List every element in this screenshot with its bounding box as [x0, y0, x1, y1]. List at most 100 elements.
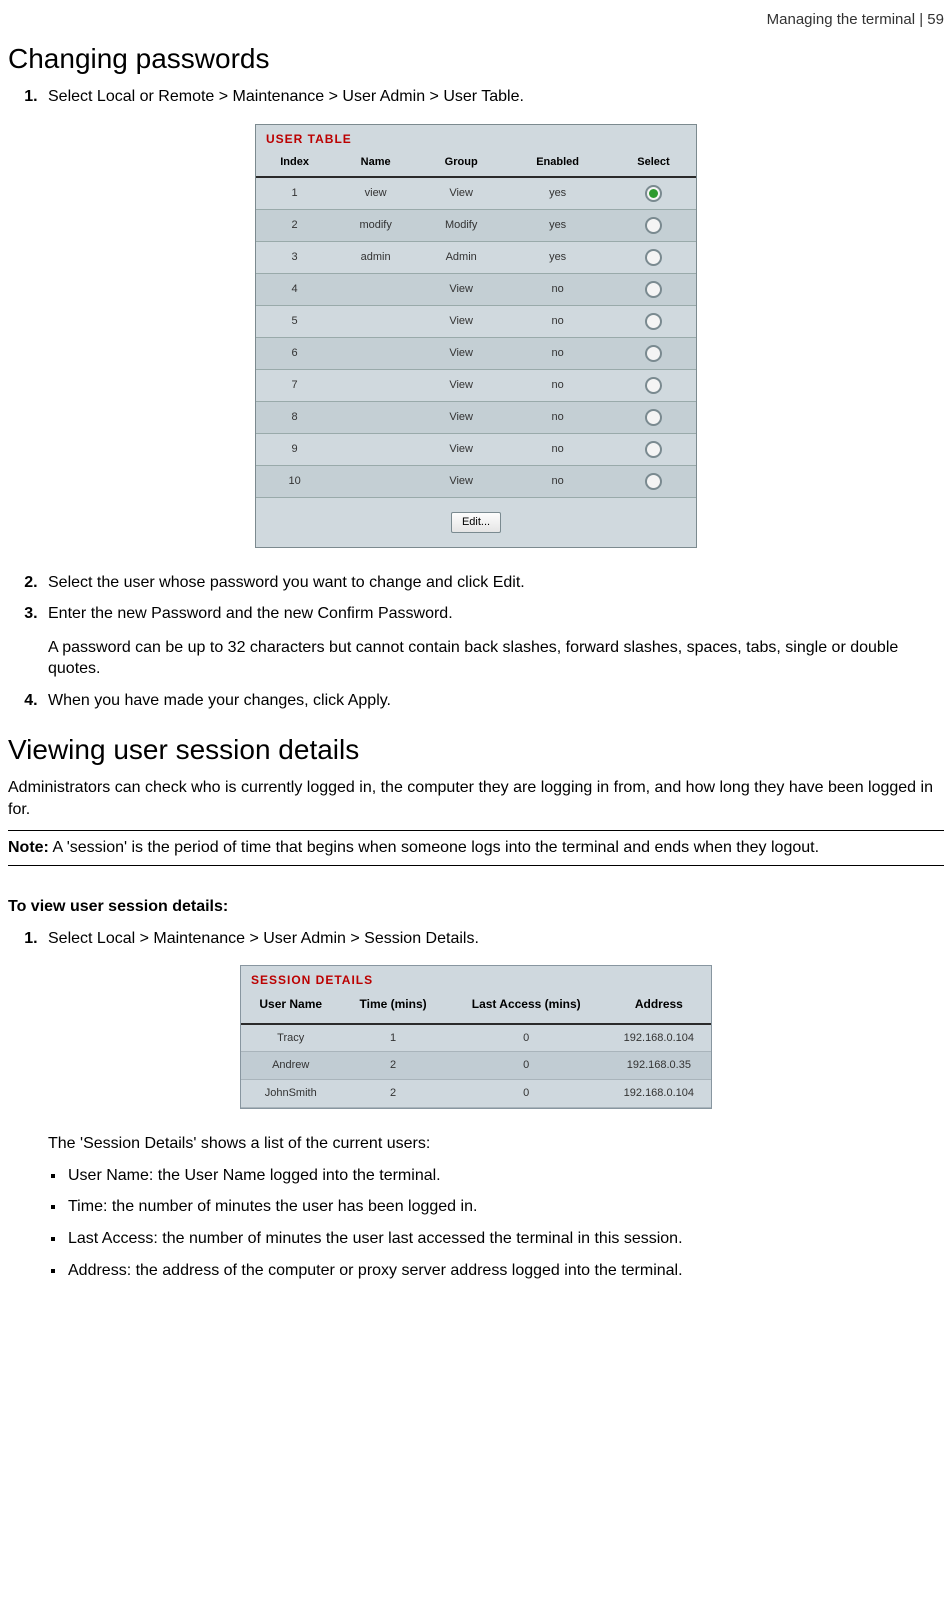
cell-time: 1	[340, 1024, 445, 1052]
step-4: When you have made your changes, click A…	[42, 690, 944, 712]
cell-index: 1	[256, 177, 333, 210]
session-step-1: Select Local > Maintenance > User Admin …	[42, 928, 944, 950]
intro-paragraph: Administrators can check who is currentl…	[8, 777, 944, 820]
cell-enabled: no	[504, 337, 611, 369]
col-name: Name	[333, 149, 418, 177]
col-index: Index	[256, 149, 333, 177]
cell-time: 2	[340, 1052, 445, 1080]
cell-group: View	[418, 465, 504, 497]
cell-index: 10	[256, 465, 333, 497]
table-row: 8Viewno	[256, 401, 696, 433]
col-address: Address	[607, 990, 711, 1023]
cell-select	[611, 273, 696, 305]
table-row: 3adminAdminyes	[256, 241, 696, 273]
cell-select	[611, 401, 696, 433]
list-item: Time: the number of minutes the user has…	[66, 1196, 944, 1218]
cell-name	[333, 401, 418, 433]
cell-name	[333, 465, 418, 497]
cell-user: JohnSmith	[241, 1080, 340, 1108]
col-enabled: Enabled	[504, 149, 611, 177]
session-details-figure: SESSION DETAILS User Name Time (mins) La…	[8, 965, 944, 1109]
col-group: Group	[418, 149, 504, 177]
cell-index: 3	[256, 241, 333, 273]
col-user: User Name	[241, 990, 340, 1023]
subheading-view-session: To view user session details:	[8, 896, 944, 918]
note-block: Note: A 'session' is the period of time …	[8, 830, 944, 866]
note-label: Note:	[8, 839, 49, 856]
table-row: 5Viewno	[256, 305, 696, 337]
user-table: Index Name Group Enabled Select 1view Vie…	[256, 149, 696, 498]
select-radio[interactable]	[645, 473, 662, 490]
step-3: Enter the new Password and the new Confi…	[42, 603, 944, 680]
session-details-panel: SESSION DETAILS User Name Time (mins) La…	[240, 965, 712, 1109]
cell-group: View	[418, 369, 504, 401]
session-table: User Name Time (mins) Last Access (mins)…	[241, 990, 711, 1108]
select-radio[interactable]	[645, 185, 662, 202]
cell-enabled: no	[504, 369, 611, 401]
cell-index: 4	[256, 273, 333, 305]
cell-group: Modify	[418, 209, 504, 241]
step-4-text: When you have made your changes, click A…	[48, 692, 391, 709]
step-2: Select the user whose password you want …	[42, 572, 944, 594]
cell-user: Tracy	[241, 1024, 340, 1052]
cell-select	[611, 337, 696, 369]
list-item: User Name: the User Name logged into the…	[66, 1165, 944, 1187]
cell-select	[611, 369, 696, 401]
cell-address: 192.168.0.104	[607, 1080, 711, 1108]
cell-address: 192.168.0.35	[607, 1052, 711, 1080]
session-step-1-text: Select Local > Maintenance > User Admin …	[48, 930, 479, 947]
cell-last-access: 0	[446, 1052, 607, 1080]
step-3-note: A password can be up to 32 characters bu…	[48, 637, 944, 680]
table-row: Andrew20192.168.0.35	[241, 1052, 711, 1080]
cell-select	[611, 177, 696, 210]
session-description: The 'Session Details' shows a list of th…	[48, 1133, 944, 1155]
cell-group: View	[418, 337, 504, 369]
cell-name	[333, 337, 418, 369]
session-details-title: SESSION DETAILS	[241, 966, 711, 990]
cell-enabled: no	[504, 305, 611, 337]
cell-group: Admin	[418, 241, 504, 273]
select-radio[interactable]	[645, 217, 662, 234]
list-item: Address: the address of the computer or …	[66, 1260, 944, 1282]
page-header: Managing the terminal | 59	[8, 10, 944, 30]
list-item: Last Access: the number of minutes the u…	[66, 1228, 944, 1250]
select-radio[interactable]	[645, 249, 662, 266]
cell-group: View	[418, 273, 504, 305]
cell-select	[611, 209, 696, 241]
step-1: Select Local or Remote > Maintenance > U…	[42, 86, 944, 108]
cell-name	[333, 433, 418, 465]
select-radio[interactable]	[645, 377, 662, 394]
cell-time: 2	[340, 1080, 445, 1108]
cell-name: modify	[333, 209, 418, 241]
cell-enabled: no	[504, 465, 611, 497]
cell-name	[333, 273, 418, 305]
edit-button[interactable]: Edit...	[451, 512, 501, 533]
cell-group: View	[418, 433, 504, 465]
table-row: 4 Viewno	[256, 273, 696, 305]
cell-select	[611, 241, 696, 273]
note-text: A 'session' is the period of time that b…	[49, 839, 819, 856]
cell-index: 2	[256, 209, 333, 241]
col-last-access: Last Access (mins)	[446, 990, 607, 1023]
cell-group: View	[418, 401, 504, 433]
cell-enabled: no	[504, 273, 611, 305]
select-radio[interactable]	[645, 409, 662, 426]
select-radio[interactable]	[645, 441, 662, 458]
table-row: JohnSmith20192.168.0.104	[241, 1080, 711, 1108]
cell-name: view	[333, 177, 418, 210]
cell-name	[333, 305, 418, 337]
cell-index: 7	[256, 369, 333, 401]
cell-last-access: 0	[446, 1024, 607, 1052]
cell-enabled: yes	[504, 241, 611, 273]
user-table-figure: USER TABLE Index Name Group Enabled Sele…	[8, 124, 944, 548]
select-radio[interactable]	[645, 313, 662, 330]
cell-select	[611, 465, 696, 497]
col-select: Select	[611, 149, 696, 177]
cell-name	[333, 369, 418, 401]
select-radio[interactable]	[645, 345, 662, 362]
cell-user: Andrew	[241, 1052, 340, 1080]
cell-enabled: no	[504, 433, 611, 465]
select-radio[interactable]	[645, 281, 662, 298]
cell-enabled: yes	[504, 177, 611, 210]
col-time: Time (mins)	[340, 990, 445, 1023]
